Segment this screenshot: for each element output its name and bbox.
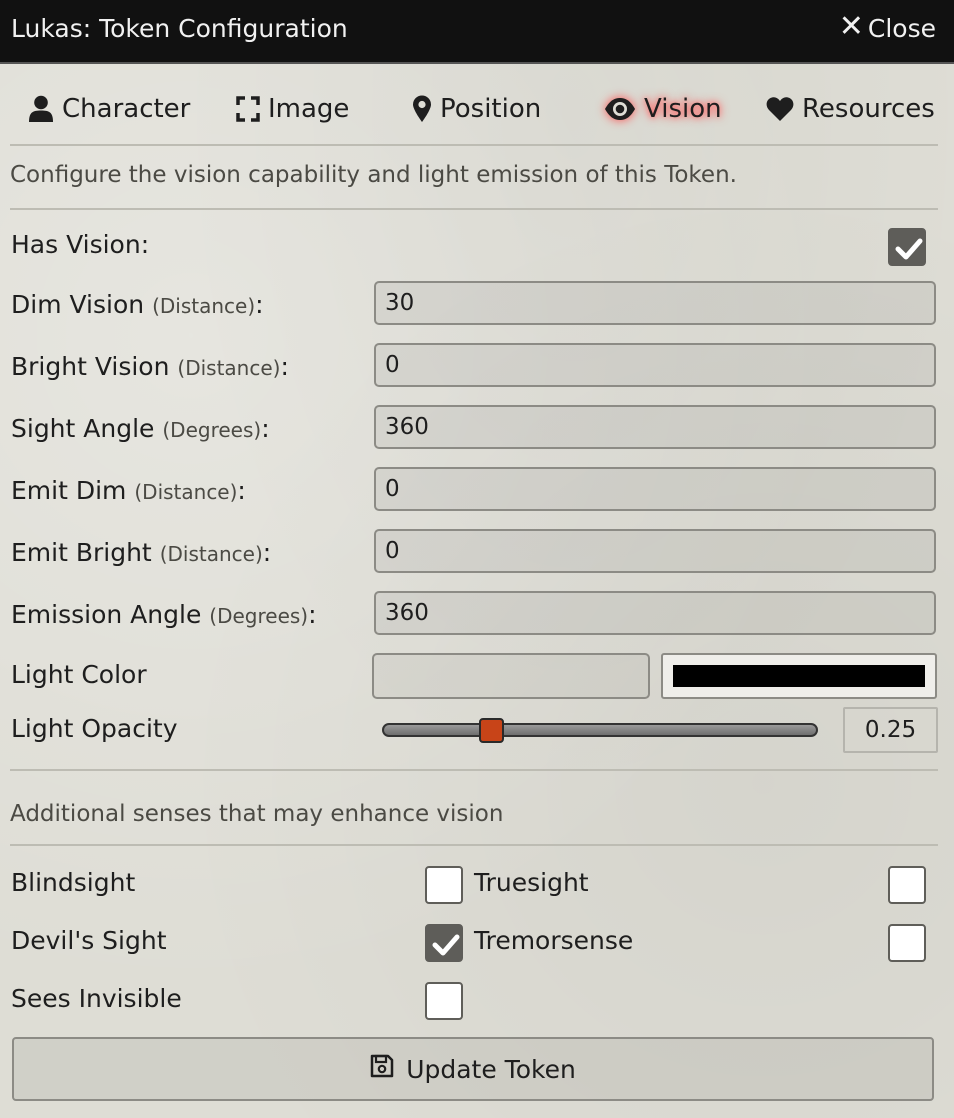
tab-label: Position bbox=[440, 94, 542, 124]
divider bbox=[10, 208, 938, 210]
expand-icon bbox=[236, 96, 260, 122]
dim-vision-input[interactable] bbox=[374, 281, 936, 325]
bright-vision-label: Bright Vision (Distance): bbox=[11, 352, 289, 381]
eye-icon bbox=[604, 97, 636, 121]
truesight-checkbox[interactable] bbox=[888, 866, 926, 904]
blindsight-label: Blindsight bbox=[11, 868, 136, 897]
light-color-picker[interactable] bbox=[661, 653, 937, 699]
blindsight-checkbox[interactable] bbox=[425, 866, 463, 904]
senses-hint: Additional senses that may enhance visio… bbox=[10, 801, 504, 827]
divider bbox=[10, 769, 938, 771]
user-icon bbox=[28, 95, 54, 123]
light-opacity-value: 0.25 bbox=[843, 707, 938, 753]
tab-resources[interactable]: Resources bbox=[766, 92, 935, 126]
light-opacity-slider-track[interactable] bbox=[382, 723, 818, 737]
emit-dim-input[interactable] bbox=[374, 467, 936, 511]
emit-bright-input[interactable] bbox=[374, 529, 936, 573]
devils-sight-label: Devil's Sight bbox=[11, 926, 167, 955]
close-label: Close bbox=[867, 14, 936, 43]
tab-label: Image bbox=[268, 94, 350, 124]
update-token-label: Update Token bbox=[406, 1054, 576, 1084]
emission-angle-input[interactable] bbox=[374, 591, 936, 635]
emit-bright-label: Emit Bright (Distance): bbox=[11, 538, 272, 567]
dim-vision-label: Dim Vision (Distance): bbox=[11, 290, 264, 319]
light-color-label: Light Color bbox=[11, 660, 147, 689]
truesight-label: Truesight bbox=[474, 868, 589, 897]
checkmark-icon bbox=[895, 238, 923, 260]
color-swatch-fill bbox=[673, 665, 925, 687]
window-titlebar[interactable]: Lukas: Token Configuration ✕ Close bbox=[0, 0, 954, 64]
tab-bar: Character Image Position Vision Resource… bbox=[10, 80, 938, 146]
heart-icon bbox=[766, 96, 794, 122]
tab-label: Resources bbox=[802, 94, 935, 124]
tab-character[interactable]: Character bbox=[28, 92, 190, 126]
devils-sight-checkbox[interactable] bbox=[425, 924, 463, 962]
update-token-button[interactable]: Update Token bbox=[12, 1037, 934, 1101]
has-vision-label: Has Vision: bbox=[11, 230, 150, 259]
light-color-input[interactable] bbox=[372, 653, 650, 699]
emission-angle-label: Emission Angle (Degrees): bbox=[11, 600, 317, 629]
light-opacity-slider-thumb[interactable] bbox=[478, 718, 504, 743]
emit-dim-label: Emit Dim (Distance): bbox=[11, 476, 246, 505]
close-button[interactable]: ✕ Close bbox=[838, 9, 936, 44]
save-icon bbox=[370, 1054, 394, 1084]
window-title: Lukas: Token Configuration bbox=[11, 14, 348, 43]
tab-label: Character bbox=[62, 94, 191, 124]
tab-position[interactable]: Position bbox=[412, 92, 541, 126]
sight-angle-label: Sight Angle (Degrees): bbox=[11, 414, 270, 443]
tremorsense-checkbox[interactable] bbox=[888, 924, 926, 962]
tab-label: Vision bbox=[644, 94, 722, 124]
tab-vision[interactable]: Vision bbox=[604, 92, 722, 126]
token-config-window: Lukas: Token Configuration ✕ Close Chara… bbox=[0, 0, 954, 1118]
vision-hint: Configure the vision capability and ligh… bbox=[10, 162, 737, 188]
has-vision-checkbox[interactable] bbox=[888, 228, 926, 266]
sees-invisible-checkbox[interactable] bbox=[425, 982, 463, 1020]
divider bbox=[10, 844, 938, 846]
map-marker-icon bbox=[412, 95, 432, 123]
checkmark-icon bbox=[432, 934, 460, 956]
light-opacity-label: Light Opacity bbox=[11, 714, 178, 743]
tremorsense-label: Tremorsense bbox=[474, 926, 634, 955]
sight-angle-input[interactable] bbox=[374, 405, 936, 449]
close-icon: ✕ bbox=[838, 9, 864, 44]
bright-vision-input[interactable] bbox=[374, 343, 936, 387]
sees-invisible-label: Sees Invisible bbox=[11, 984, 182, 1013]
tab-image[interactable]: Image bbox=[236, 92, 349, 126]
